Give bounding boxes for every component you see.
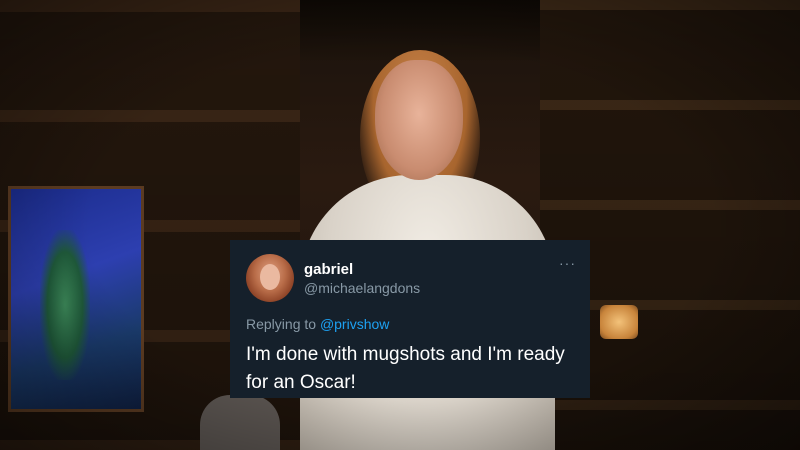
replying-to-handle-link[interactable]: @privshow <box>320 316 389 332</box>
avatar-face <box>260 264 280 290</box>
replying-to-prefix: Replying to <box>246 316 320 332</box>
tweet-card[interactable]: gabriel @michaelangdons ··· Replying to … <box>230 240 590 398</box>
author-handle[interactable]: @michaelangdons <box>304 279 420 297</box>
tweet-body-text: I'm done with mugshots and I'm ready for… <box>246 344 565 393</box>
author-display-name[interactable]: gabriel <box>304 260 420 279</box>
tweet-header: gabriel @michaelangdons ··· <box>246 249 576 307</box>
more-options-icon[interactable]: ··· <box>559 255 576 271</box>
profile-avatar[interactable] <box>246 254 294 302</box>
video-frame: gabriel @michaelangdons ··· Replying to … <box>0 0 800 450</box>
replying-to-line: Replying to @privshow <box>246 315 576 333</box>
author-names: gabriel @michaelangdons <box>304 260 420 297</box>
